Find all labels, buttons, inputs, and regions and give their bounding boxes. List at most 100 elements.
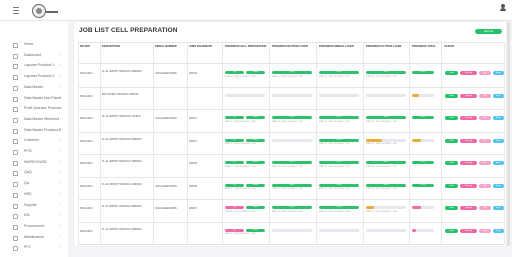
column-header[interactable]: JOBS TELEMETRY	[189, 45, 223, 63]
sidebar-item-label: Profil Operator Produksi	[24, 106, 62, 111]
description-cell: FL-21 60KWH TRANSCO 16MMUS	[102, 160, 142, 163]
action-detail-button[interactable]: Detail	[445, 93, 458, 98]
action-hapus-button[interactable]: Hapus	[493, 93, 504, 98]
sidebar-item-label: Customer	[24, 138, 40, 143]
sidebar-item-icon	[13, 203, 18, 209]
progress-fill	[412, 138, 421, 142]
row-divider	[78, 176, 504, 178]
action-hapus-button[interactable]: Hapus	[493, 71, 504, 75]
action-hapus-button[interactable]: Hapus	[493, 116, 504, 120]
action-edit-button[interactable]: Edit	[479, 161, 491, 165]
add-job-button[interactable]: Add Job	[475, 29, 502, 34]
progress-label: 100%	[383, 116, 389, 118]
column-header[interactable]: PROGRESS BOTTOM LAYER	[272, 45, 316, 63]
action-hapus-button[interactable]: Hapus	[493, 183, 504, 188]
progress-bar	[366, 206, 406, 209]
sidebar-item-icon	[13, 53, 18, 59]
column-header[interactable]: ACTION	[444, 45, 504, 63]
action-hapus-button[interactable]: Hapus	[493, 206, 504, 210]
page-title: JOB LIST CELL PREPARATION	[79, 27, 178, 34]
action-detail-button[interactable]: Detail	[445, 183, 458, 188]
sidebar-item-icon	[13, 171, 18, 177]
menu-icon[interactable]	[13, 7, 19, 14]
column-divider	[316, 42, 317, 244]
sidebar-item-label: PPC	[24, 245, 32, 250]
action-planning-button[interactable]: Planning	[460, 116, 477, 120]
column-header[interactable]: PROGRESS MIDDLE LAYER	[319, 45, 363, 63]
description-cell: B3S 61KWH TRANSCO 4P8016	[102, 92, 139, 96]
progress-bar	[225, 93, 265, 97]
page-scrollbar[interactable]	[507, 22, 510, 246]
action-hapus-button[interactable]: Hapus	[493, 138, 504, 143]
action-planning-button[interactable]: Planning	[460, 183, 477, 188]
progress-bar	[412, 206, 434, 209]
spk-cell: P04L23041	[80, 72, 93, 75]
action-hapus-button[interactable]: Hapus	[493, 228, 504, 233]
action-edit-button[interactable]: Edit	[479, 206, 491, 210]
sidebar-item-icon	[13, 214, 18, 220]
progress-label: Cyl	[233, 138, 236, 141]
sidebar-item-label: Maintenance	[24, 234, 45, 239]
action-detail-button[interactable]: Detail	[445, 228, 458, 233]
sidebar-item-label: WAREHOUSE	[24, 159, 47, 164]
action-edit-button[interactable]: Edit	[479, 116, 491, 120]
serial-cell: GSO1A4EZO00W6	[155, 184, 177, 188]
action-detail-button[interactable]: Detail	[445, 71, 458, 75]
row-divider	[78, 244, 504, 245]
action-planning-button[interactable]: Planning	[460, 71, 477, 75]
column-header[interactable]: PROGRESS CELL PREPARATION	[225, 45, 269, 63]
chevron-right-icon: ›	[60, 223, 62, 228]
serial-cell: GSO1A4EZO00W6	[155, 207, 177, 210]
sidebar-item-label: Data Master Wiremont	[24, 116, 60, 121]
progress-fill	[366, 206, 374, 209]
sidebar-item[interactable]: PPC ›	[0, 243, 68, 255]
action-planning-button[interactable]: Planning	[460, 161, 477, 165]
serial-cell: GSO1A4EZO00W6	[155, 72, 177, 75]
progress-dates: START DT : 2023 07 05 | END DT : 2023	[366, 210, 397, 213]
sidebar-item-icon	[13, 246, 18, 252]
progress-dates: START DT : 2023 07 05 | END DT : 2023	[272, 210, 303, 213]
progress-bar	[319, 228, 359, 232]
action-detail-button[interactable]: Detail	[445, 138, 458, 143]
action-edit-button[interactable]: Edit	[479, 138, 491, 143]
company-logo	[32, 4, 46, 18]
chevron-right-icon: ›	[60, 234, 62, 239]
sidebar-item-icon	[13, 85, 18, 91]
sidebar-item-icon	[13, 192, 18, 198]
action-planning-button[interactable]: Planning	[460, 138, 477, 143]
action-edit-button[interactable]: Edit	[479, 228, 491, 233]
description-cell: FL-21 60KWH TRANSCO 16MMUS	[102, 137, 142, 141]
progress-bar	[272, 138, 312, 142]
action-detail-button[interactable]: Detail	[445, 206, 458, 210]
action-edit-button[interactable]: Edit	[479, 71, 491, 75]
action-edit-button[interactable]: Edit	[479, 183, 491, 188]
progress-label: 100%	[289, 183, 295, 186]
progress-label: 100%	[289, 161, 295, 163]
action-planning-button[interactable]: Planning	[460, 93, 477, 98]
action-planning-button[interactable]: Planning	[460, 228, 477, 233]
progress-label: 100%	[336, 138, 342, 141]
column-header[interactable]: SERIAL NUMBER	[155, 45, 187, 63]
action-planning-button[interactable]: Planning	[460, 206, 477, 210]
action-edit-button[interactable]: Edit	[479, 93, 491, 98]
column-header[interactable]: NO SPK	[80, 45, 100, 63]
column-header[interactable]: PROGRESS OUTTER LAYER	[366, 45, 410, 63]
progress-label: 100%	[336, 206, 342, 208]
progress-label: Stack	[252, 71, 258, 73]
action-detail-button[interactable]: Detail	[445, 161, 458, 165]
progress-dates: START DT : 2023 07 05 | END DT : 2023	[272, 120, 303, 123]
column-header[interactable]: DESCRIPTION	[102, 45, 152, 63]
spk-cell: P04L23041	[80, 229, 93, 233]
action-hapus-button[interactable]: Hapus	[493, 161, 504, 165]
column-header[interactable]: PROGRESS TOTAL	[412, 45, 442, 63]
column-divider	[269, 42, 270, 244]
description-cell: FL-21 60KWH TRANSCO 16MMUS	[102, 205, 142, 208]
action-detail-button[interactable]: Detail	[445, 116, 458, 120]
row-divider	[78, 221, 504, 223]
user-icon[interactable]	[500, 4, 506, 11]
sidebar-item-label: Dashboard	[24, 52, 42, 57]
chevron-right-icon: ›	[60, 213, 62, 218]
progress-bar	[272, 93, 312, 97]
progress-label: Stack	[252, 206, 258, 208]
sidebar-item-icon	[13, 128, 18, 134]
